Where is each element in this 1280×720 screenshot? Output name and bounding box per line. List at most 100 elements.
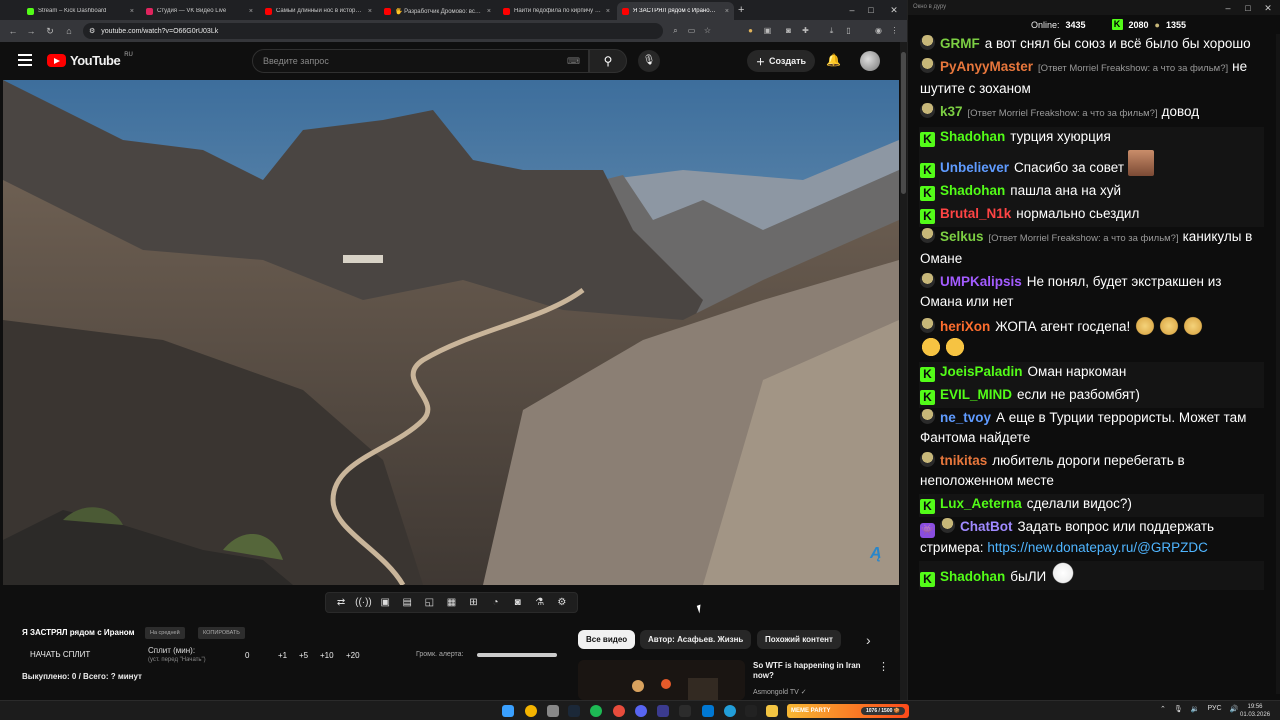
chat-username[interactable]: UMPKalipsis — [940, 274, 1022, 289]
chat-username[interactable]: PyAnyyMaster — [940, 59, 1033, 74]
start-menu-icon[interactable] — [502, 705, 514, 717]
sidebar-icon[interactable]: ▯ — [843, 25, 854, 36]
close-tab-icon[interactable]: × — [130, 8, 134, 15]
tab-vk-studio[interactable]: Студия — VK Видео Live × — [141, 2, 258, 20]
start-split-button[interactable]: НАЧАТЬ СПЛИТ — [30, 650, 90, 659]
close-tab-icon[interactable]: × — [487, 8, 491, 15]
chat-username[interactable]: Selkus — [940, 229, 984, 244]
chat-username[interactable]: GRMF — [940, 36, 980, 51]
clock[interactable]: 19:56 01.03.2026 — [1240, 703, 1270, 719]
chat-username[interactable]: JoeisPaladin — [940, 364, 1023, 379]
profile-icon[interactable]: ◉ — [873, 25, 884, 36]
channel-watermark-logo[interactable]: Ą — [870, 545, 882, 563]
screen-record-icon[interactable]: ▣ — [377, 597, 393, 608]
rec-channel-name[interactable]: Asmongold TV ✓ — [753, 688, 807, 696]
chat-message-list[interactable]: GRMF а вот снял бы союз и всё было бы хор… — [919, 34, 1264, 692]
audio-wave-icon[interactable]: ((·)) — [355, 597, 372, 608]
maximize-button[interactable]: □ — [1238, 2, 1258, 14]
avatar[interactable] — [860, 51, 880, 71]
chat-username[interactable]: Unbeliever — [940, 160, 1009, 175]
chat-username[interactable]: tnikitas — [940, 453, 987, 468]
zoom-icon[interactable]: ⌕ — [670, 25, 681, 36]
spotify-icon[interactable] — [590, 705, 602, 717]
tab-youtube-active[interactable]: Я ЗАСТРЯЛ рядом с Ирано… × — [617, 2, 734, 20]
meme-party-widget[interactable]: MEME PARTY 1076 / 1500 🍪 — [787, 704, 909, 718]
chevron-right-icon[interactable]: › — [866, 632, 871, 648]
chat-scrollbar[interactable] — [1276, 34, 1280, 694]
chat-username[interactable]: Brutal_N1k — [940, 206, 1011, 221]
close-tab-icon[interactable]: × — [606, 8, 610, 15]
cookie-extension-icon[interactable]: ● — [745, 25, 756, 36]
extension-icon[interactable]: ▣ — [762, 25, 773, 36]
chip-author[interactable]: Автор: Асафьев. Жизнь — [640, 630, 752, 649]
download-icon[interactable]: ⤓ — [826, 25, 837, 36]
app-icon[interactable] — [745, 705, 757, 717]
chat-username[interactable]: Shadohan — [940, 569, 1005, 584]
url-field[interactable]: ⚙ youtube.com/watch?v=O66G0rU03Lk — [83, 23, 663, 39]
close-tab-icon[interactable]: × — [368, 8, 372, 15]
search-button[interactable]: ⚲ — [589, 49, 627, 73]
chat-username[interactable]: k37 — [940, 104, 963, 119]
rec-video-title[interactable]: So WTF is happening in Iran now? — [753, 661, 873, 681]
minimize-button[interactable]: – — [842, 4, 862, 16]
chat-username[interactable]: Shadohan — [940, 183, 1005, 198]
volume-icon[interactable]: 🔊 — [1230, 705, 1239, 713]
menu-dots-icon[interactable]: ⋮ — [889, 25, 900, 36]
search-input[interactable]: Введите запрос ⌨ — [252, 49, 589, 73]
loop-icon[interactable]: ⇄ — [333, 597, 349, 608]
split-plus-10-button[interactable]: +10 — [320, 651, 334, 660]
minimize-button[interactable]: – — [1218, 2, 1238, 14]
split-plus-20-button[interactable]: +20 — [346, 651, 360, 660]
chevron-up-icon[interactable]: ⌃ — [1160, 705, 1166, 713]
chat-username[interactable]: EVIL_MIND — [940, 387, 1012, 402]
maximize-button[interactable]: □ — [861, 4, 881, 16]
youtube-logo[interactable]: YouTube RU — [47, 52, 133, 68]
split-plus-1-button[interactable]: +1 — [278, 651, 287, 660]
app-icon[interactable] — [657, 705, 669, 717]
copy-button[interactable]: КОПИРОВАТЬ — [198, 627, 245, 639]
tab-youtube-3[interactable]: Найти педофила по кирпичу (… × — [498, 2, 615, 20]
filmstrip-icon[interactable]: ▦ — [443, 597, 459, 608]
close-window-button[interactable]: ✕ — [884, 4, 904, 16]
more-options-icon[interactable]: ⋮ — [878, 660, 889, 673]
video-player[interactable] — [3, 80, 899, 585]
donate-link[interactable]: https://new.donatepay.ru/@GRPZDC — [987, 540, 1208, 555]
screenshot-icon[interactable]: ◙ — [510, 597, 526, 608]
obs-icon[interactable] — [679, 705, 691, 717]
new-tab-button[interactable]: + — [738, 4, 744, 16]
chat-username[interactable]: ChatBot — [960, 519, 1013, 534]
alert-volume-slider[interactable] — [477, 653, 557, 657]
chat-username[interactable]: Shadohan — [940, 129, 1005, 144]
app-icon[interactable] — [613, 705, 625, 717]
steam-icon[interactable] — [568, 705, 580, 717]
chip-similar[interactable]: Похожий контент — [757, 630, 841, 649]
settings-gear-icon[interactable]: ⚙ — [554, 597, 570, 608]
split-plus-5-button[interactable]: +5 — [299, 651, 308, 660]
site-info-icon[interactable]: ⚙ — [89, 27, 95, 35]
discord-icon[interactable] — [635, 705, 647, 717]
speed-icon[interactable]: ◔ — [488, 597, 504, 608]
file-explorer-icon[interactable] — [766, 705, 778, 717]
telegram-icon[interactable] — [724, 705, 736, 717]
cast-icon[interactable]: ▭ — [686, 25, 697, 36]
voice-search-button[interactable]: 🎙 — [638, 50, 660, 72]
forward-icon[interactable]: → — [24, 24, 38, 38]
speaker-icon[interactable]: 🔉 — [1191, 705, 1200, 713]
language-indicator[interactable]: РУС — [1207, 705, 1221, 713]
tab-youtube-1[interactable]: Самый длинный нос в истори… × — [260, 2, 377, 20]
notifications-bell-icon[interactable]: 🔔 — [826, 53, 841, 67]
close-tab-icon[interactable]: × — [725, 8, 729, 15]
add-clip-icon[interactable]: ⊞ — [466, 597, 482, 608]
film-icon[interactable]: ▤ — [399, 597, 415, 608]
reload-icon[interactable]: ↻ — [43, 24, 57, 38]
tab-kick-dashboard[interactable]: Stream – Kick Dashboard × — [22, 2, 139, 20]
close-tab-icon[interactable]: × — [249, 8, 253, 15]
menu-icon[interactable] — [18, 54, 32, 66]
chat-username[interactable]: Lux_Aeterna — [940, 496, 1022, 511]
rec-video-thumbnail[interactable] — [578, 660, 745, 700]
tag-button[interactable]: На средней — [145, 627, 185, 639]
keyboard-icon[interactable]: ⌨ — [567, 56, 580, 67]
picture-in-picture-icon[interactable]: ◱ — [421, 597, 437, 608]
chrome-icon[interactable] — [525, 705, 537, 717]
back-icon[interactable]: ← — [6, 24, 20, 38]
